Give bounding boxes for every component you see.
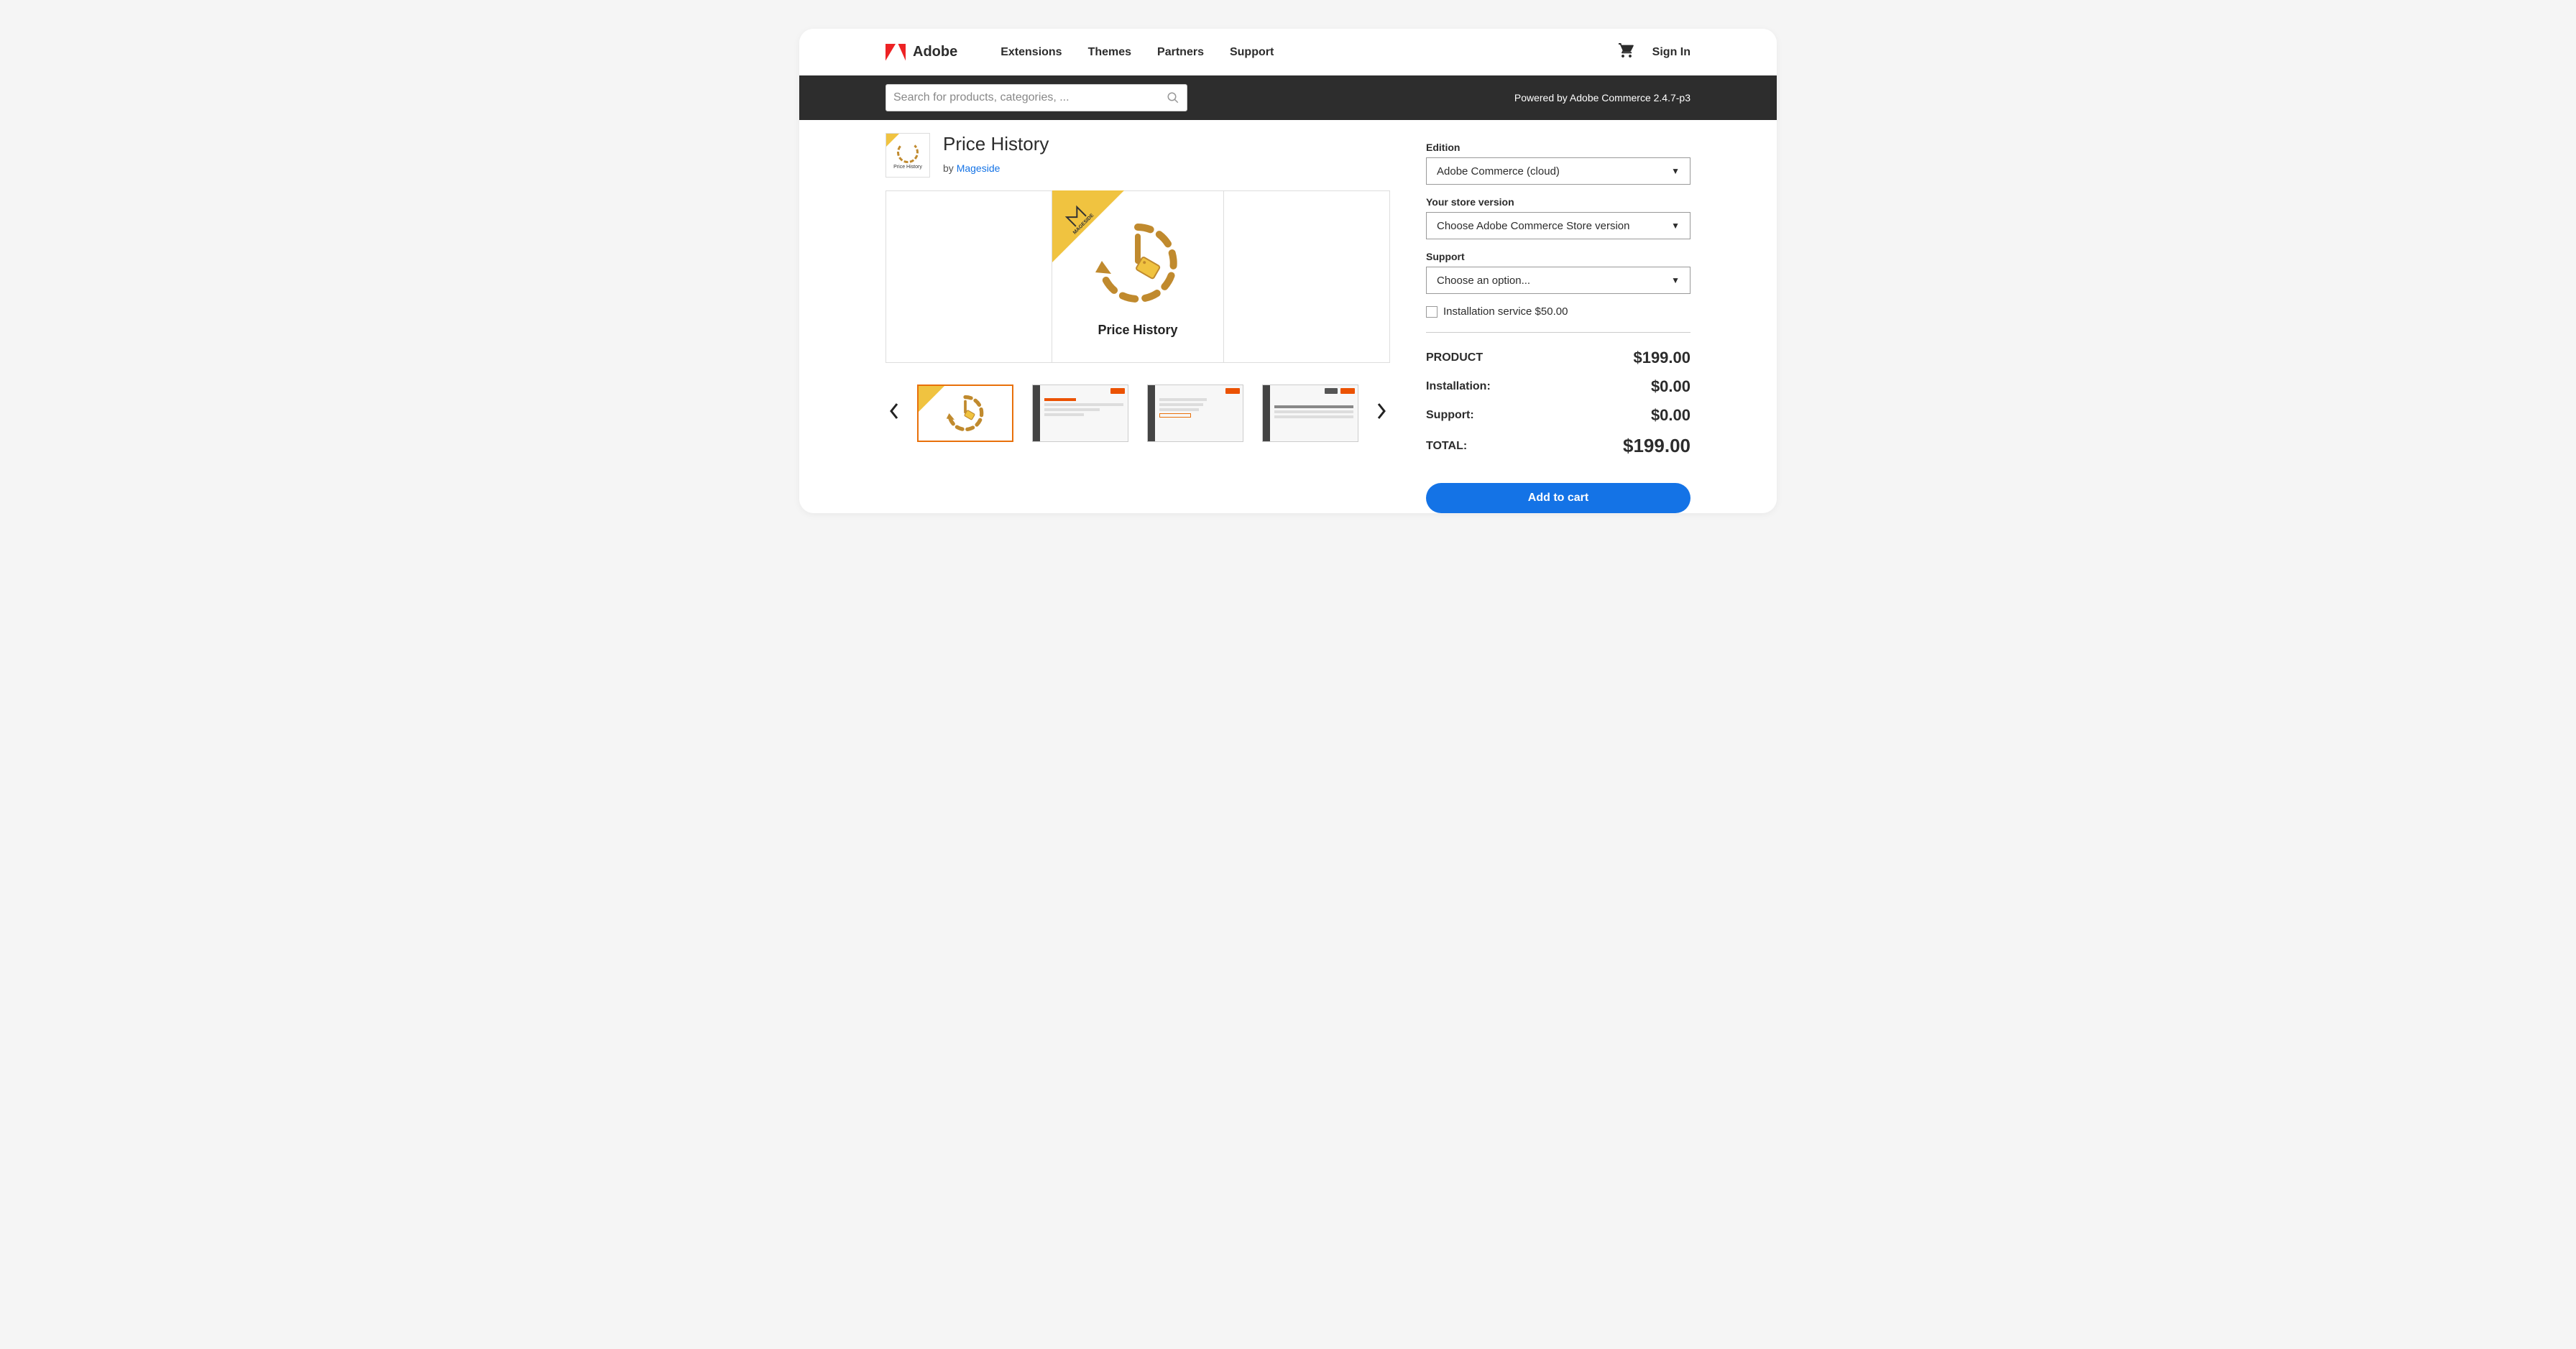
thumbnail-3[interactable] — [1147, 385, 1243, 442]
nav-links: Extensions Themes Partners Support — [1000, 46, 1274, 59]
thumbnail-2[interactable] — [1032, 385, 1128, 442]
product-byline: by Mageside — [943, 162, 1049, 174]
search-icon — [1167, 91, 1179, 104]
edition-label: Edition — [1426, 142, 1690, 153]
thumbnail-4[interactable] — [1262, 385, 1358, 442]
search-input[interactable] — [893, 91, 1167, 104]
support-select[interactable]: Choose an option... ▼ — [1426, 267, 1690, 294]
thumbnails — [917, 385, 1358, 442]
nav-themes[interactable]: Themes — [1088, 46, 1131, 59]
nav-partners[interactable]: Partners — [1157, 46, 1204, 59]
product-options: Edition Adobe Commerce (cloud) ▼ Your st… — [1426, 133, 1690, 513]
product-thumb-label: Price History — [893, 165, 922, 170]
secondary-bar: Powered by Adobe Commerce 2.4.7-p3 — [799, 75, 1777, 120]
adobe-logo-icon — [886, 44, 906, 61]
gallery-image[interactable]: MAGESIDE — [1052, 190, 1224, 363]
price-row-total: TOTAL: $199.00 — [1426, 435, 1690, 457]
add-to-cart-button[interactable]: Add to cart — [1426, 483, 1690, 513]
nav-right: Sign In — [1618, 42, 1690, 63]
chevron-down-icon: ▼ — [1671, 275, 1680, 285]
gallery-main: MAGESIDE — [886, 190, 1390, 363]
thumbnail-row — [886, 385, 1390, 449]
price-row-support: Support: $0.00 — [1426, 406, 1690, 425]
edition-select[interactable]: Adobe Commerce (cloud) ▼ — [1426, 157, 1690, 185]
version-label: Your store version — [1426, 196, 1690, 208]
chevron-down-icon: ▼ — [1671, 166, 1680, 176]
version-select[interactable]: Choose Adobe Commerce Store version ▼ — [1426, 212, 1690, 239]
installation-checkbox[interactable] — [1426, 306, 1438, 318]
support-label: Support — [1426, 251, 1690, 262]
price-history-large-icon — [1091, 216, 1184, 310]
nav-extensions[interactable]: Extensions — [1000, 46, 1062, 59]
product-left: Price History Price History by Mageside … — [886, 133, 1390, 513]
vendor-link[interactable]: Mageside — [957, 162, 1000, 174]
divider — [1426, 332, 1690, 333]
brand-name: Adobe — [913, 44, 957, 60]
powered-by-text: Powered by Adobe Commerce 2.4.7-p3 — [1514, 92, 1690, 103]
top-nav: Adobe Extensions Themes Partners Support… — [799, 29, 1777, 75]
price-row-product: PRODUCT $199.00 — [1426, 349, 1690, 367]
prev-thumb-button[interactable] — [886, 402, 903, 425]
search-box[interactable] — [886, 84, 1187, 111]
gallery-label: Price History — [1098, 323, 1177, 338]
product-header: Price History Price History by Mageside — [886, 133, 1390, 178]
chevron-left-icon — [888, 402, 900, 420]
next-thumb-button[interactable] — [1373, 402, 1390, 425]
thumbnail-1[interactable] — [917, 385, 1013, 442]
cart-icon[interactable] — [1618, 42, 1635, 63]
price-history-icon — [897, 142, 919, 163]
product-title: Price History — [943, 133, 1049, 155]
chevron-down-icon: ▼ — [1671, 221, 1680, 231]
sign-in-link[interactable]: Sign In — [1652, 46, 1690, 59]
price-history-thumb-icon — [944, 392, 987, 435]
content: Price History Price History by Mageside … — [799, 120, 1777, 513]
installation-checkbox-label: Installation service $50.00 — [1443, 305, 1568, 318]
chevron-right-icon — [1376, 402, 1387, 420]
page-card: Adobe Extensions Themes Partners Support… — [799, 29, 1777, 513]
product-mini-thumb: Price History — [886, 133, 930, 178]
brand[interactable]: Adobe — [886, 44, 957, 61]
nav-support[interactable]: Support — [1230, 46, 1274, 59]
price-row-installation: Installation: $0.00 — [1426, 377, 1690, 396]
installation-checkbox-row: Installation service $50.00 — [1426, 305, 1690, 318]
